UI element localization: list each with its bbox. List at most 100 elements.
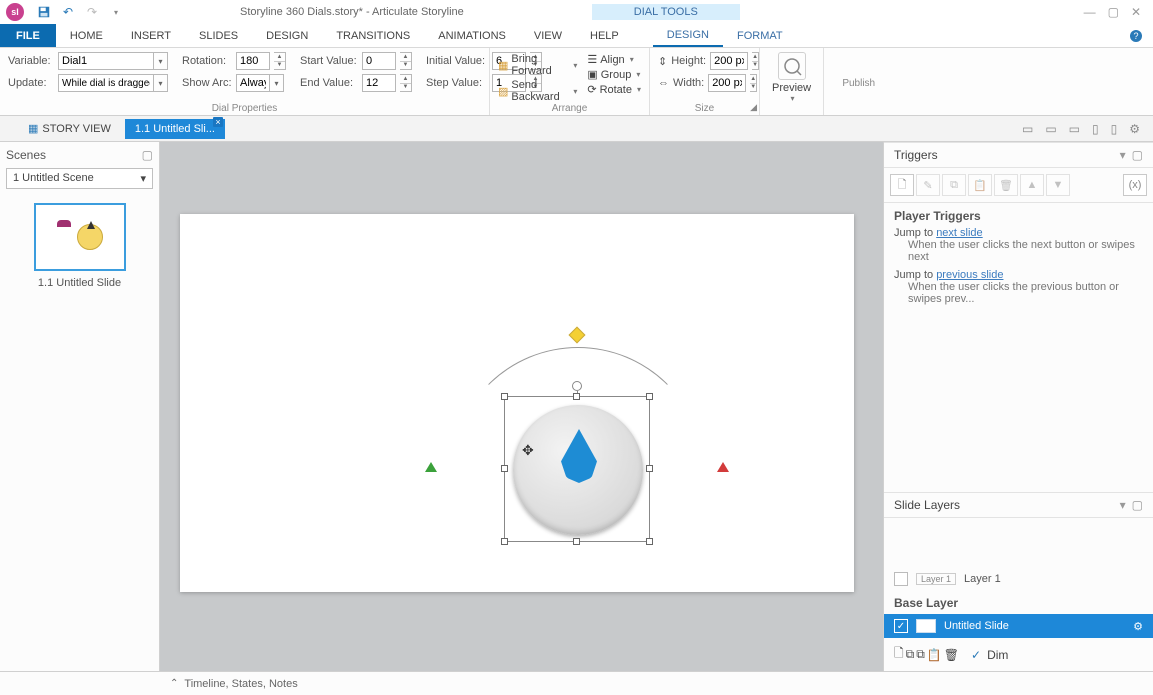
width-spinner[interactable]: ▲▼ (750, 74, 757, 92)
story-view-tab[interactable]: ▦STORY VIEW (18, 118, 121, 139)
tab-slides[interactable]: SLIDES (185, 24, 252, 47)
endvalue-spinner[interactable]: ▲▼ (400, 74, 412, 92)
bottom-panel-label[interactable]: Timeline, States, Notes (184, 678, 297, 690)
base-layer-row[interactable]: ✓ Untitled Slide ⚙ (884, 614, 1153, 638)
startvalue-input[interactable] (362, 52, 396, 70)
redo-icon[interactable]: ↷ (84, 4, 100, 20)
showarc-dropdown-icon[interactable]: ▾ (270, 74, 284, 92)
scene-dropdown[interactable]: 1 Untitled Scene▾ (6, 168, 153, 189)
layers-collapse-icon[interactable]: ▢ (1132, 498, 1143, 512)
duplicate-layer-icon[interactable]: ⧉ (906, 647, 915, 662)
layers-menu-icon[interactable]: ▾ (1120, 498, 1126, 512)
showarc-select[interactable] (236, 74, 270, 92)
arc-start-marker[interactable] (425, 462, 437, 472)
tab-view[interactable]: VIEW (520, 24, 576, 47)
resize-handle[interactable] (646, 465, 653, 472)
tab-dialtools-design[interactable]: DESIGN (653, 24, 723, 47)
tab-animations[interactable]: ANIMATIONS (424, 24, 520, 47)
startvalue-spinner[interactable]: ▲▼ (400, 52, 412, 70)
variable-select[interactable] (58, 52, 154, 70)
size-dialog-launcher-icon[interactable]: ◢ (750, 102, 757, 113)
width-input[interactable] (708, 74, 746, 92)
resize-handle[interactable] (573, 538, 580, 545)
height-input[interactable] (710, 52, 748, 70)
resize-handle[interactable] (501, 465, 508, 472)
move-down-icon[interactable]: ▼ (1046, 174, 1070, 196)
paste-layer-icon[interactable]: 📋 (927, 648, 942, 662)
close-icon[interactable]: ✕ (1131, 5, 1141, 19)
expand-bottom-panel-icon[interactable]: ⌃ (170, 678, 178, 689)
copy-layer-icon[interactable]: ⧉ (916, 647, 925, 662)
rotate-button[interactable]: ⟳Rotate▾ (587, 82, 641, 97)
dial-knob[interactable] (513, 405, 643, 535)
canvas[interactable]: ✥ (160, 142, 883, 671)
base-visibility-checkbox[interactable]: ✓ (894, 619, 908, 633)
new-trigger-icon[interactable]: 🗋 (890, 174, 914, 196)
device-tablet-portrait-icon[interactable]: ▯ (1089, 120, 1102, 138)
layer-visibility-checkbox[interactable] (894, 572, 908, 586)
resize-handle[interactable] (501, 538, 508, 545)
resize-handle[interactable] (573, 393, 580, 400)
maximize-icon[interactable]: ▢ (1108, 5, 1119, 19)
variables-icon[interactable]: (x) (1123, 174, 1147, 196)
delete-layer-icon[interactable]: 🗑 (944, 648, 959, 662)
tab-transitions[interactable]: TRANSITIONS (322, 24, 424, 47)
delete-trigger-icon[interactable]: 🗑 (994, 174, 1018, 196)
device-phone-icon[interactable]: ▯ (1108, 120, 1121, 138)
dial-selection[interactable] (504, 396, 650, 542)
align-button[interactable]: ☰Align▾ (587, 52, 641, 67)
previous-slide-link[interactable]: previous slide (936, 269, 1003, 281)
dim-checkbox[interactable]: ✓ (971, 648, 981, 662)
copy-trigger-icon[interactable]: ⧉ (942, 174, 966, 196)
device-laptop-icon[interactable]: ▭ (1042, 120, 1059, 138)
resize-handle[interactable] (646, 538, 653, 545)
tab-insert[interactable]: INSERT (117, 24, 185, 47)
rotate-handle[interactable] (572, 381, 582, 391)
device-desktop-icon[interactable]: ▭ (1019, 120, 1036, 138)
update-dropdown-icon[interactable]: ▾ (154, 74, 168, 92)
paste-trigger-icon[interactable]: 📋 (968, 174, 992, 196)
arc-end-marker[interactable] (717, 462, 729, 472)
stepvalue-label: Step Value: (426, 77, 488, 89)
slide-tab[interactable]: 1.1 Untitled Sli...× (125, 119, 225, 139)
resize-handle[interactable] (501, 393, 508, 400)
tab-home[interactable]: HOME (56, 24, 117, 47)
tab-help[interactable]: HELP (576, 24, 633, 47)
move-up-icon[interactable]: ▲ (1020, 174, 1044, 196)
resize-handle[interactable] (646, 393, 653, 400)
rotation-input[interactable] (236, 52, 270, 70)
group-button[interactable]: ▣Group▾ (587, 67, 641, 82)
tab-dialtools-format[interactable]: FORMAT (723, 24, 797, 47)
triggers-menu-icon[interactable]: ▾ (1120, 148, 1126, 162)
slide[interactable]: ✥ (180, 214, 854, 592)
scenes-collapse-icon[interactable]: ▢ (142, 148, 153, 162)
rotation-diamond-handle[interactable] (569, 327, 586, 344)
help-icon[interactable]: ? (1119, 24, 1153, 47)
undo-icon[interactable]: ↶ (60, 4, 76, 20)
close-tab-icon[interactable]: × (213, 117, 223, 127)
next-slide-link[interactable]: next slide (936, 227, 982, 239)
edit-trigger-icon[interactable]: ✎ (916, 174, 940, 196)
preview-button[interactable]: Preview▾ (764, 50, 819, 105)
new-layer-icon[interactable]: 🗋 (894, 644, 904, 665)
save-icon[interactable] (36, 4, 52, 20)
send-backward-button[interactable]: ▨Send Backward▾ (498, 78, 577, 104)
trigger-item[interactable]: Jump to previous slide (894, 269, 1143, 281)
layer-item[interactable]: Layer 1 Layer 1 (884, 568, 1153, 590)
update-select[interactable] (58, 74, 154, 92)
device-tablet-landscape-icon[interactable]: ▭ (1066, 120, 1083, 138)
triggers-collapse-icon[interactable]: ▢ (1132, 148, 1143, 162)
trigger-item[interactable]: Jump to next slide (894, 227, 1143, 239)
height-spinner[interactable]: ▲▼ (752, 52, 759, 70)
gear-icon[interactable]: ⚙ (1126, 120, 1143, 138)
rotation-spinner[interactable]: ▲▼ (274, 52, 286, 70)
bring-forward-button[interactable]: ▦Bring Forward▾ (498, 52, 577, 78)
endvalue-input[interactable] (362, 74, 396, 92)
minimize-icon[interactable]: — (1084, 5, 1096, 19)
layer-gear-icon[interactable]: ⚙ (1133, 620, 1143, 633)
slide-thumbnail[interactable] (34, 203, 126, 271)
qat-dropdown-icon[interactable]: ▾ (108, 4, 124, 20)
tab-design[interactable]: DESIGN (252, 24, 322, 47)
tab-file[interactable]: FILE (0, 24, 56, 47)
variable-dropdown-icon[interactable]: ▾ (154, 52, 168, 70)
